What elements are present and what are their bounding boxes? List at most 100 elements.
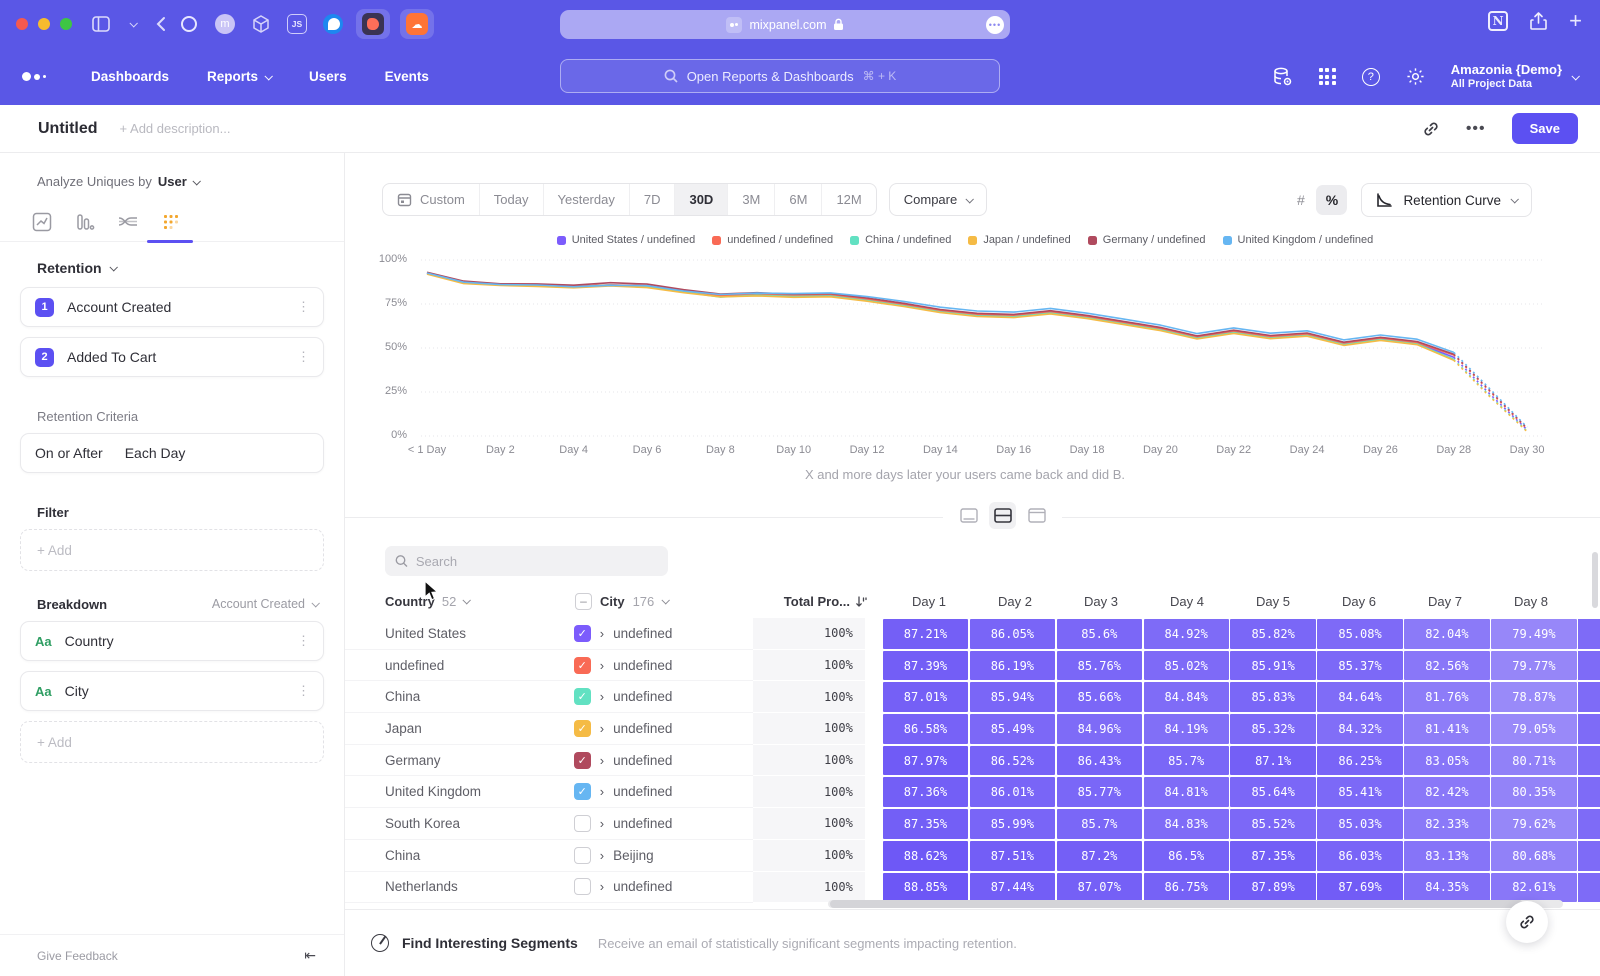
percent-toggle[interactable]: %: [1316, 185, 1347, 215]
retention-value-cell[interactable]: 82.33%: [1404, 809, 1489, 839]
pinned-tab-bird-icon[interactable]: [320, 11, 346, 37]
retention-value-cell[interactable]: 79.62%: [1491, 809, 1576, 839]
pinned-tab-app1-icon[interactable]: [356, 9, 390, 39]
minimize-window-button[interactable]: [38, 18, 50, 30]
kebab-menu-icon[interactable]: ⋮: [297, 349, 310, 365]
row-checkbox[interactable]: ✓: [574, 625, 591, 642]
give-feedback-link[interactable]: Give Feedback: [37, 949, 118, 963]
data-management-icon[interactable]: [1272, 67, 1293, 87]
range-30d[interactable]: 30D: [675, 184, 728, 215]
retention-value-cell[interactable]: 84.35%: [1404, 873, 1489, 903]
find-segments-title[interactable]: Find Interesting Segments: [402, 935, 578, 951]
pinned-tab-app2-icon[interactable]: ☁: [400, 9, 434, 39]
retention-value-cell[interactable]: 80.71%: [1491, 746, 1576, 776]
notion-extension-icon[interactable]: N: [1488, 11, 1508, 31]
help-icon[interactable]: ?: [1362, 68, 1380, 86]
retention-value-cell[interactable]: 85.37%: [1317, 651, 1402, 681]
chart-type-select[interactable]: Retention Curve: [1361, 183, 1532, 217]
legend-item[interactable]: United Kingdom / undefined: [1223, 234, 1374, 246]
retention-value-cell[interactable]: 79.49%: [1491, 619, 1576, 649]
collapse-sidebar-icon[interactable]: ⇤: [304, 947, 316, 964]
legend-item[interactable]: China / undefined: [850, 234, 951, 246]
retention-value-cell[interactable]: 87.51%: [970, 841, 1055, 871]
retention-value-cell[interactable]: 87.39%: [883, 651, 968, 681]
new-tab-icon[interactable]: +: [1569, 10, 1582, 32]
nav-users[interactable]: Users: [309, 69, 347, 84]
share-link-fab[interactable]: [1506, 901, 1548, 943]
retention-value-cell[interactable]: 82.56%: [1404, 651, 1489, 681]
retention-value-cell[interactable]: 83.13%: [1404, 841, 1489, 871]
country-column-header[interactable]: Country 52: [345, 594, 575, 609]
retention-value-cell[interactable]: 86.01%: [970, 777, 1055, 807]
range-6m[interactable]: 6M: [775, 184, 822, 215]
retention-value-cell[interactable]: 84.19%: [1144, 714, 1229, 744]
legend-item[interactable]: United States / undefined: [557, 234, 696, 246]
add-description[interactable]: + Add description...: [120, 121, 231, 136]
retention-value-cell[interactable]: 85.64%: [1230, 777, 1315, 807]
chevron-down-icon[interactable]: [130, 21, 136, 27]
retention-value-cell[interactable]: 84.64%: [1317, 682, 1402, 712]
retention-value-cell[interactable]: 87.35%: [883, 809, 968, 839]
retention-value-cell[interactable]: 87.2%: [1057, 841, 1142, 871]
expand-row-icon[interactable]: ›: [600, 784, 604, 799]
criteria-card[interactable]: On or After Each Day: [20, 433, 324, 473]
retention-value-cell[interactable]: 87.89%: [1230, 873, 1315, 903]
pinned-tab-avatar-icon[interactable]: m: [212, 11, 238, 37]
retention-value-cell[interactable]: 85.91%: [1230, 651, 1315, 681]
range-custom[interactable]: Custom: [383, 184, 480, 215]
layout-chart-only-button[interactable]: [955, 502, 982, 529]
table-search-input[interactable]: [416, 554, 658, 569]
analyze-by-select[interactable]: User: [158, 174, 187, 189]
kebab-menu-icon[interactable]: ⋮: [297, 299, 310, 315]
expand-row-icon[interactable]: ›: [600, 753, 604, 768]
expand-row-icon[interactable]: ›: [600, 626, 604, 641]
retention-value-cell[interactable]: 81.41%: [1404, 714, 1489, 744]
retention-value-cell[interactable]: 87.36%: [883, 777, 968, 807]
retention-value-cell[interactable]: 84.96%: [1057, 714, 1142, 744]
row-checkbox[interactable]: [574, 878, 591, 895]
retention-value-cell[interactable]: 80.68%: [1491, 841, 1576, 871]
day-column-header[interactable]: Day 6: [1316, 594, 1402, 609]
add-filter-button[interactable]: + Add: [20, 529, 324, 571]
retention-value-cell[interactable]: 85.7%: [1057, 809, 1142, 839]
expand-row-icon[interactable]: ›: [600, 658, 604, 673]
range-3m[interactable]: 3M: [728, 184, 775, 215]
retention-value-cell[interactable]: 85.99%: [970, 809, 1055, 839]
global-search[interactable]: Open Reports & Dashboards ⌘ + K: [560, 59, 1000, 93]
day-column-header[interactable]: Day 8: [1488, 594, 1574, 609]
day-column-header[interactable]: Day 5: [1230, 594, 1316, 609]
horizontal-scrollbar[interactable]: [828, 900, 1563, 908]
row-checkbox[interactable]: ✓: [574, 720, 591, 737]
retention-value-cell[interactable]: 84.81%: [1144, 777, 1229, 807]
nav-events[interactable]: Events: [385, 69, 429, 84]
retention-value-cell[interactable]: 88.62%: [883, 841, 968, 871]
close-window-button[interactable]: [16, 18, 28, 30]
retention-value-cell[interactable]: 86.43%: [1057, 746, 1142, 776]
retention-value-cell[interactable]: 86.03%: [1317, 841, 1402, 871]
range-yesterday[interactable]: Yesterday: [544, 184, 630, 215]
retention-value-cell[interactable]: 87.21%: [883, 619, 968, 649]
retention-value-cell[interactable]: 85.08%: [1317, 619, 1402, 649]
retention-value-cell[interactable]: 87.07%: [1057, 873, 1142, 903]
kebab-menu-icon[interactable]: ⋮: [297, 633, 310, 649]
retention-value-cell[interactable]: 84.92%: [1144, 619, 1229, 649]
project-switcher[interactable]: Amazonia {Demo} All Project Data: [1451, 62, 1578, 92]
retention-value-cell[interactable]: 85.32%: [1230, 714, 1315, 744]
expand-row-icon[interactable]: ›: [600, 689, 604, 704]
retention-value-cell[interactable]: 87.01%: [883, 682, 968, 712]
retention-value-cell[interactable]: 82.42%: [1404, 777, 1489, 807]
table-search[interactable]: [385, 546, 668, 576]
retention-value-cell[interactable]: 86.19%: [970, 651, 1055, 681]
retention-value-cell[interactable]: 85.41%: [1317, 777, 1402, 807]
criteria-interval-select[interactable]: Each Day: [125, 445, 186, 461]
retention-value-cell[interactable]: 85.49%: [970, 714, 1055, 744]
retention-value-cell[interactable]: 78.87%: [1491, 682, 1576, 712]
retention-value-cell[interactable]: 79.77%: [1491, 651, 1576, 681]
retention-value-cell[interactable]: 85.6%: [1057, 619, 1142, 649]
retention-value-cell[interactable]: 85.76%: [1057, 651, 1142, 681]
retention-value-cell[interactable]: 87.35%: [1230, 841, 1315, 871]
compare-button[interactable]: Compare: [889, 183, 987, 216]
save-button[interactable]: Save: [1512, 113, 1578, 144]
criteria-mode-select[interactable]: On or After: [35, 445, 103, 461]
more-options-button[interactable]: •••: [1466, 120, 1486, 138]
